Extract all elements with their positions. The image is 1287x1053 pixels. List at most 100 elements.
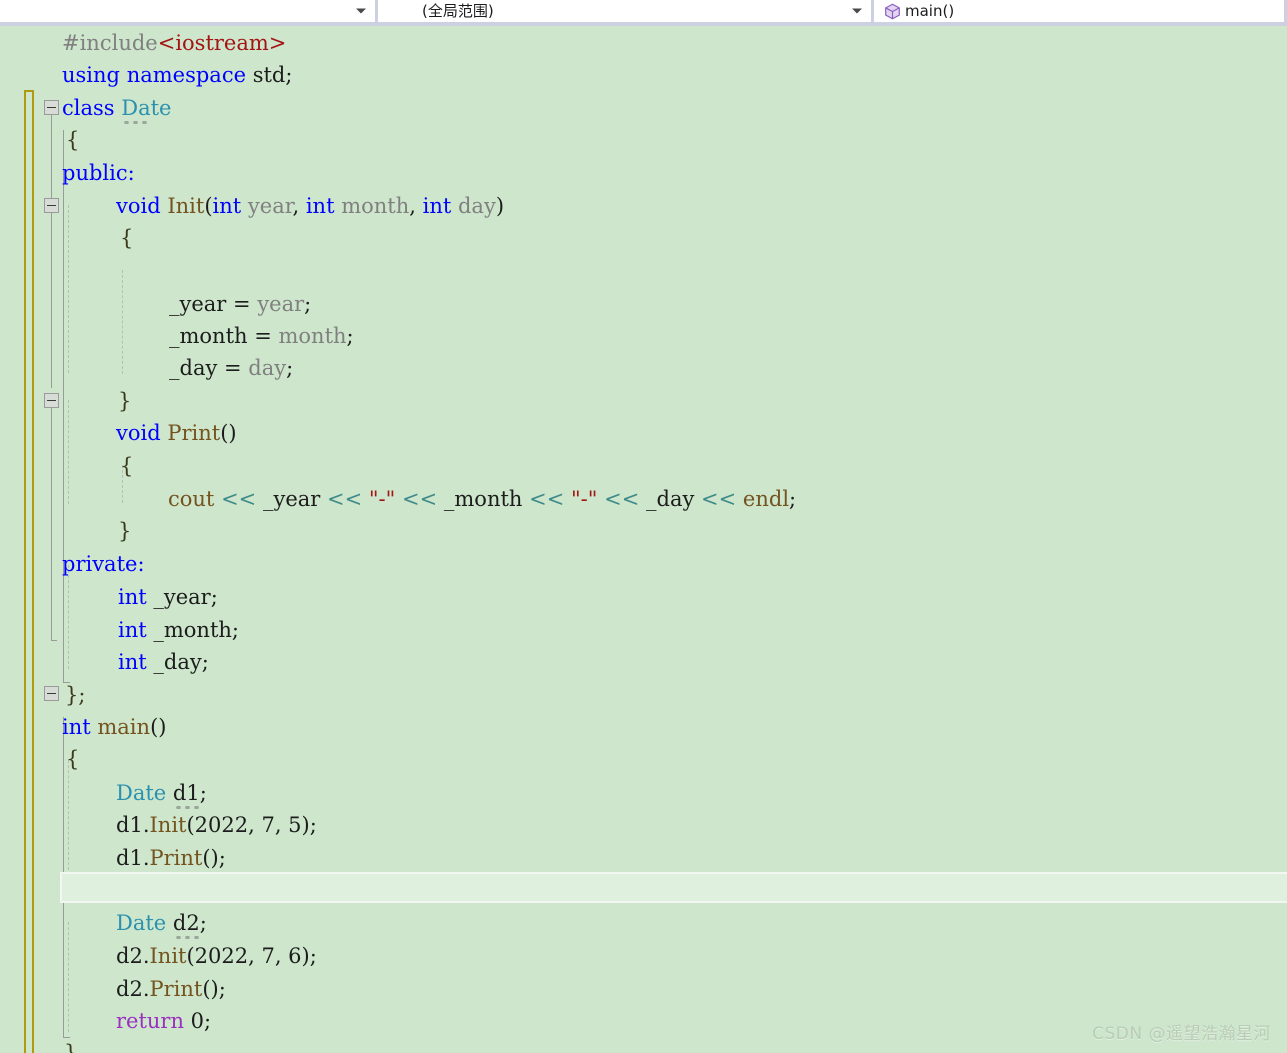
chevron-down-icon[interactable] bbox=[852, 8, 862, 14]
token-param-month: month bbox=[341, 194, 410, 218]
token-assign: = bbox=[247, 324, 279, 348]
code-line[interactable]: using namespace std; bbox=[62, 59, 292, 91]
token-member-month: _month bbox=[169, 324, 248, 348]
code-line[interactable]: void Print() bbox=[116, 417, 237, 449]
token-member-day: _day bbox=[153, 650, 202, 674]
token-return-value: 0; bbox=[184, 1009, 212, 1033]
code-line[interactable]: _day = day; bbox=[169, 352, 293, 384]
token-assign: = bbox=[226, 292, 258, 316]
token-function-main: main bbox=[97, 715, 151, 739]
token-function-print: Print bbox=[167, 421, 221, 445]
token-std: std; bbox=[246, 63, 293, 87]
token-variable-d2: d2 bbox=[116, 944, 143, 968]
token-close-brace: } bbox=[64, 1041, 78, 1053]
code-line[interactable]: int _month; bbox=[118, 614, 239, 646]
token-paren-open: ( bbox=[204, 194, 213, 218]
code-line[interactable]: cout << _year << "-" << _month << "-" <<… bbox=[168, 483, 796, 515]
token-cout: cout bbox=[168, 487, 215, 511]
token-member-year: _year bbox=[153, 585, 211, 609]
code-line[interactable]: d2.Init(2022, 7, 6); bbox=[116, 940, 317, 972]
token-param-day: day bbox=[248, 356, 287, 380]
token-shift-operator: << bbox=[402, 487, 438, 511]
token-dot: . bbox=[142, 846, 150, 870]
token-close-brace-semicolon: }; bbox=[65, 683, 86, 707]
token-close-brace: } bbox=[118, 389, 132, 413]
token-assign: = bbox=[217, 356, 249, 380]
token-open-brace: { bbox=[120, 454, 134, 478]
token-type-date: Date bbox=[116, 781, 167, 805]
token-semicolon: ; bbox=[231, 618, 239, 642]
member-dropdown[interactable]: main() bbox=[874, 0, 1284, 22]
code-line[interactable]: public: bbox=[62, 157, 135, 189]
token-method-init: Init bbox=[149, 813, 187, 837]
code-editor[interactable]: #include<iostream> using namespace std; … bbox=[0, 27, 1287, 1053]
token-member-day: _day bbox=[169, 356, 218, 380]
code-line[interactable]: } bbox=[64, 1037, 77, 1053]
scope-dropdown[interactable] bbox=[0, 0, 375, 22]
code-line[interactable]: int main() bbox=[62, 711, 166, 743]
token-member-day: _day bbox=[646, 487, 695, 511]
token-keyword-return: return bbox=[116, 1009, 184, 1033]
code-text[interactable]: #include<iostream> using namespace std; … bbox=[0, 27, 1287, 1053]
code-line[interactable]: { bbox=[66, 124, 79, 156]
token-param-day: day bbox=[457, 194, 496, 218]
code-line[interactable]: d1.Init(2022, 7, 5); bbox=[116, 809, 317, 841]
global-scope-dropdown[interactable]: (全局范围) bbox=[378, 0, 871, 22]
token-member-year: _year bbox=[262, 487, 321, 511]
token-variable-d1: d1 bbox=[172, 781, 200, 805]
token-function-init: Init bbox=[167, 194, 205, 218]
navigation-bar: (全局范围) main() bbox=[0, 0, 1287, 26]
code-line[interactable]: class Date bbox=[62, 92, 171, 124]
token-shift-operator: << bbox=[221, 487, 257, 511]
code-line[interactable]: return 0; bbox=[116, 1005, 211, 1037]
code-line[interactable]: { bbox=[66, 743, 79, 775]
token-member-month: _month bbox=[153, 618, 232, 642]
code-line[interactable]: { bbox=[120, 222, 133, 254]
code-line[interactable]: void Init(int year, int month, int day) bbox=[116, 190, 504, 222]
code-line[interactable]: d2.Print(); bbox=[116, 973, 226, 1005]
token-keyword-int: int bbox=[305, 194, 335, 218]
token-string-dash: "-" bbox=[571, 487, 598, 511]
token-keyword-int: int bbox=[422, 194, 452, 218]
code-line[interactable]: int _day; bbox=[118, 646, 209, 678]
method-cube-icon bbox=[885, 3, 900, 19]
token-parens: () bbox=[220, 421, 237, 445]
token-args-d2-init: (2022, 7, 6); bbox=[186, 944, 317, 968]
token-keyword-int: int bbox=[118, 650, 147, 674]
code-line[interactable]: _month = month; bbox=[169, 320, 354, 352]
token-shift-operator: << bbox=[701, 487, 737, 511]
token-access-public: public: bbox=[62, 161, 135, 185]
token-semicolon: ; bbox=[346, 324, 354, 348]
code-line[interactable]: private: bbox=[62, 548, 145, 580]
token-open-brace: { bbox=[66, 128, 80, 152]
code-line[interactable]: } bbox=[118, 385, 131, 417]
chevron-down-icon[interactable] bbox=[356, 8, 366, 14]
code-line[interactable]: }; bbox=[65, 679, 85, 711]
csdn-watermark: CSDN @遥望浩瀚星河 bbox=[1092, 1024, 1271, 1044]
code-line[interactable]: int _year; bbox=[118, 581, 218, 613]
code-line[interactable]: Date d2; bbox=[116, 907, 207, 939]
token-dot: . bbox=[142, 813, 150, 837]
token-semicolon: ; bbox=[199, 911, 207, 935]
token-dot: . bbox=[142, 944, 150, 968]
token-type-date: Date bbox=[116, 911, 167, 935]
token-method-init: Init bbox=[149, 944, 187, 968]
token-variable-d1: d1 bbox=[116, 813, 143, 837]
code-line[interactable]: d1.Print(); bbox=[116, 842, 226, 874]
code-line[interactable]: { bbox=[120, 450, 133, 482]
token-shift-operator: << bbox=[604, 487, 640, 511]
token-endl: endl bbox=[742, 487, 790, 511]
code-line[interactable]: #include<iostream> bbox=[62, 27, 286, 59]
member-dropdown-value: main() bbox=[905, 2, 955, 20]
token-shift-operator: << bbox=[529, 487, 565, 511]
code-line[interactable]: _year = year; bbox=[169, 288, 311, 320]
code-line[interactable]: } bbox=[118, 515, 131, 547]
token-preprocessor: #include bbox=[62, 31, 158, 55]
code-line[interactable]: Date d1; bbox=[116, 777, 207, 809]
